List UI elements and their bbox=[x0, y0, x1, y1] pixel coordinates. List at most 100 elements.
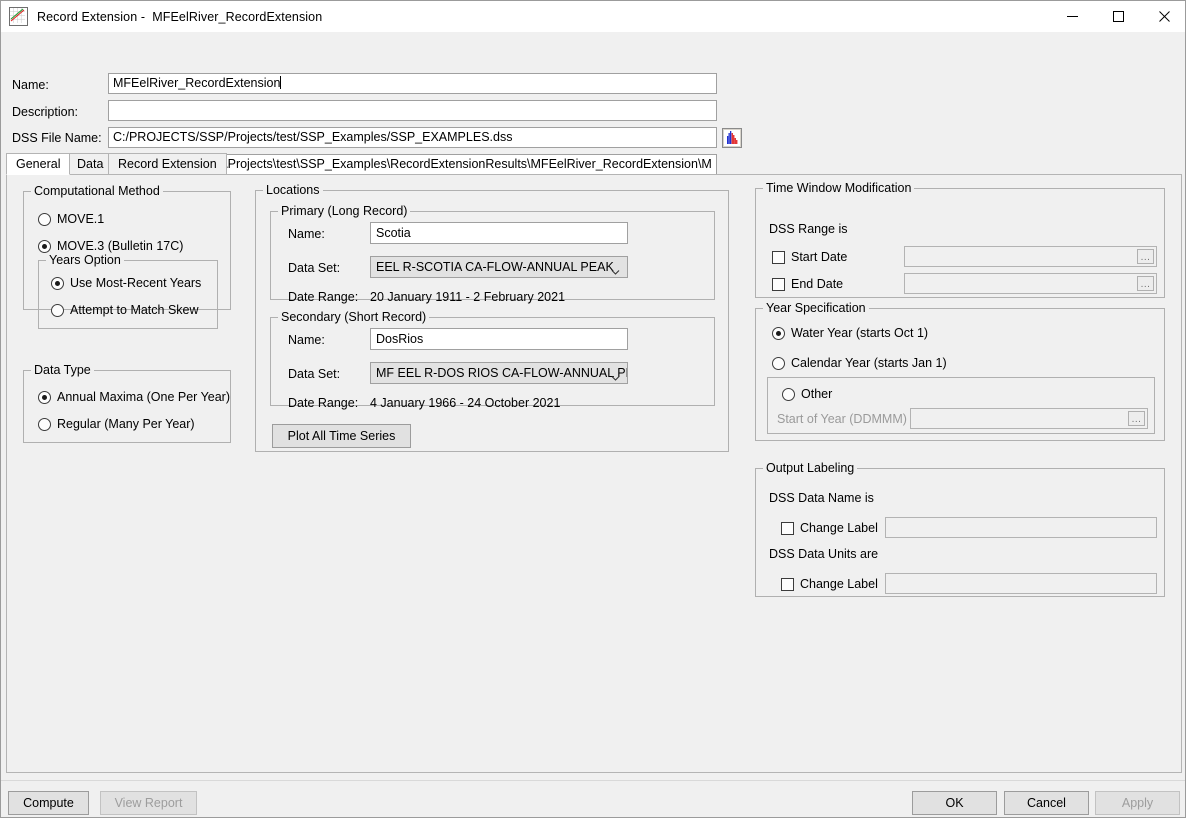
start-date-checkbox[interactable]: Start Date bbox=[772, 249, 847, 265]
locations-group: Locations Primary (Long Record) Name: Sc… bbox=[255, 190, 729, 452]
radio-label: Attempt to Match Skew bbox=[70, 302, 199, 318]
primary-name-input[interactable]: Scotia bbox=[370, 222, 628, 244]
output-labeling-legend: Output Labeling bbox=[763, 461, 857, 475]
radio-dot bbox=[51, 277, 64, 290]
header-form: Name: MFEelRiver_RecordExtension Descrip… bbox=[1, 32, 1186, 147]
start-date-browse-button[interactable]: ... bbox=[1137, 249, 1154, 264]
data-units-change-label-checkbox[interactable]: Change Label bbox=[781, 576, 878, 592]
footer-bar: Compute View Report OK Cancel Apply bbox=[1, 780, 1186, 818]
radio-label: Calendar Year (starts Jan 1) bbox=[791, 355, 947, 371]
secondary-name-input[interactable]: DosRios bbox=[370, 328, 628, 350]
apply-button[interactable]: Apply bbox=[1095, 791, 1180, 815]
dss-data-name-label: DSS Data Name is bbox=[769, 490, 874, 506]
radio-dot bbox=[51, 304, 64, 317]
plot-all-time-series-button[interactable]: Plot All Time Series bbox=[272, 424, 411, 448]
checkbox-label: Change Label bbox=[800, 520, 878, 536]
radio-move3[interactable]: MOVE.3 (Bulletin 17C) bbox=[38, 238, 183, 254]
time-window-modification-group: Time Window Modification DSS Range is St… bbox=[755, 188, 1165, 298]
radio-regular[interactable]: Regular (Many Per Year) bbox=[38, 416, 195, 432]
radio-move1[interactable]: MOVE.1 bbox=[38, 211, 104, 227]
secondary-date-range-value: 4 January 1966 - 24 October 2021 bbox=[370, 395, 560, 411]
minimize-button[interactable] bbox=[1049, 1, 1095, 32]
secondary-date-range-label: Date Range: bbox=[288, 395, 358, 411]
dss-file-name-label: DSS File Name: bbox=[12, 128, 102, 149]
data-units-change-input[interactable] bbox=[885, 573, 1157, 594]
secondary-dataset-label: Data Set: bbox=[288, 366, 340, 382]
radio-label: Regular (Many Per Year) bbox=[57, 416, 195, 432]
dss-file-name-input[interactable]: C:/PROJECTS/SSP/Projects/test/SSP_Exampl… bbox=[108, 127, 717, 148]
years-option-legend: Years Option bbox=[46, 253, 124, 267]
general-tab-panel: Computational Method MOVE.1 MOVE.3 (Bull… bbox=[6, 174, 1182, 773]
dss-histogram-icon[interactable] bbox=[722, 128, 742, 148]
data-name-change-input[interactable] bbox=[885, 517, 1157, 538]
title-bar: Record Extension - MFEelRiver_RecordExte… bbox=[1, 1, 1186, 33]
radio-dot bbox=[38, 418, 51, 431]
computational-method-legend: Computational Method bbox=[31, 184, 163, 198]
ok-button[interactable]: OK bbox=[912, 791, 997, 815]
years-option-group: Years Option Use Most-Recent Years Attem… bbox=[38, 260, 218, 329]
window-title: Record Extension - MFEelRiver_RecordExte… bbox=[37, 10, 322, 24]
radio-label: Use Most-Recent Years bbox=[70, 275, 201, 291]
year-specification-group: Year Specification Water Year (starts Oc… bbox=[755, 308, 1165, 441]
name-input[interactable]: MFEelRiver_RecordExtension bbox=[108, 73, 717, 94]
end-date-browse-button[interactable]: ... bbox=[1137, 276, 1154, 291]
radio-use-most-recent-years[interactable]: Use Most-Recent Years bbox=[51, 275, 201, 291]
radio-attempt-to-match-skew[interactable]: Attempt to Match Skew bbox=[51, 302, 199, 318]
cancel-button[interactable]: Cancel bbox=[1004, 791, 1089, 815]
primary-dataset-label: Data Set: bbox=[288, 260, 340, 276]
radio-dot bbox=[38, 240, 51, 253]
close-button[interactable] bbox=[1141, 1, 1186, 32]
radio-dot bbox=[782, 388, 795, 401]
description-label: Description: bbox=[12, 102, 78, 123]
start-date-input[interactable]: ... bbox=[904, 246, 1157, 267]
data-name-change-label-checkbox[interactable]: Change Label bbox=[781, 520, 878, 536]
radio-label: MOVE.3 (Bulletin 17C) bbox=[57, 238, 183, 254]
computational-method-group: Computational Method MOVE.1 MOVE.3 (Bull… bbox=[23, 191, 231, 310]
compute-button[interactable]: Compute bbox=[8, 791, 89, 815]
radio-calendar-year[interactable]: Calendar Year (starts Jan 1) bbox=[772, 355, 947, 371]
chevron-down-icon bbox=[611, 263, 620, 272]
radio-dot bbox=[38, 213, 51, 226]
secondary-record-group: Secondary (Short Record) Name: DosRios D… bbox=[270, 317, 715, 406]
dss-data-units-label: DSS Data Units are bbox=[769, 546, 878, 562]
primary-record-group: Primary (Long Record) Name: Scotia Data … bbox=[270, 211, 715, 300]
radio-water-year[interactable]: Water Year (starts Oct 1) bbox=[772, 325, 928, 341]
radio-annual-maxima[interactable]: Annual Maxima (One Per Year) bbox=[38, 389, 230, 405]
start-of-year-label: Start of Year (DDMMM) bbox=[777, 411, 907, 427]
primary-dataset-combo[interactable]: EEL R-SCOTIA CA-FLOW-ANNUAL PEAK bbox=[370, 256, 628, 278]
dss-range-label: DSS Range is bbox=[769, 221, 848, 237]
radio-dot bbox=[772, 327, 785, 340]
data-type-legend: Data Type bbox=[31, 363, 94, 377]
primary-date-range-label: Date Range: bbox=[288, 289, 358, 305]
radio-label: Annual Maxima (One Per Year) bbox=[57, 389, 230, 405]
primary-date-range-value: 20 January 1911 - 2 February 2021 bbox=[370, 289, 565, 305]
view-report-button[interactable]: View Report bbox=[100, 791, 197, 815]
output-labeling-group: Output Labeling DSS Data Name is Change … bbox=[755, 468, 1165, 597]
radio-other-year[interactable]: Other bbox=[782, 386, 832, 402]
primary-record-legend: Primary (Long Record) bbox=[278, 204, 410, 218]
secondary-name-label: Name: bbox=[288, 332, 325, 348]
end-date-checkbox[interactable]: End Date bbox=[772, 276, 843, 292]
end-date-input[interactable]: ... bbox=[904, 273, 1157, 294]
tab-data[interactable]: Data bbox=[67, 153, 113, 175]
checkbox-label: Start Date bbox=[791, 249, 847, 265]
primary-dataset-value: EEL R-SCOTIA CA-FLOW-ANNUAL PEAK bbox=[376, 260, 614, 274]
data-type-group: Data Type Annual Maxima (One Per Year) R… bbox=[23, 370, 231, 443]
maximize-button[interactable] bbox=[1095, 1, 1141, 32]
secondary-dataset-combo[interactable]: MF EEL R-DOS RIOS CA-FLOW-ANNUAL PEAK bbox=[370, 362, 628, 384]
checkbox-label: Change Label bbox=[800, 576, 878, 592]
time-window-legend: Time Window Modification bbox=[763, 181, 914, 195]
start-of-year-input[interactable]: ... bbox=[910, 408, 1148, 429]
locations-legend: Locations bbox=[263, 183, 323, 197]
tab-record-extension[interactable]: Record Extension bbox=[108, 153, 227, 175]
window-controls bbox=[1049, 1, 1186, 32]
radio-dot bbox=[772, 357, 785, 370]
primary-name-label: Name: bbox=[288, 226, 325, 242]
start-of-year-browse-button[interactable]: ... bbox=[1128, 411, 1145, 426]
name-label: Name: bbox=[12, 75, 49, 96]
tab-general[interactable]: General bbox=[6, 153, 70, 175]
description-input[interactable] bbox=[108, 100, 717, 121]
checkbox-box bbox=[781, 522, 794, 535]
checkbox-box bbox=[772, 278, 785, 291]
radio-label: Other bbox=[801, 386, 832, 402]
